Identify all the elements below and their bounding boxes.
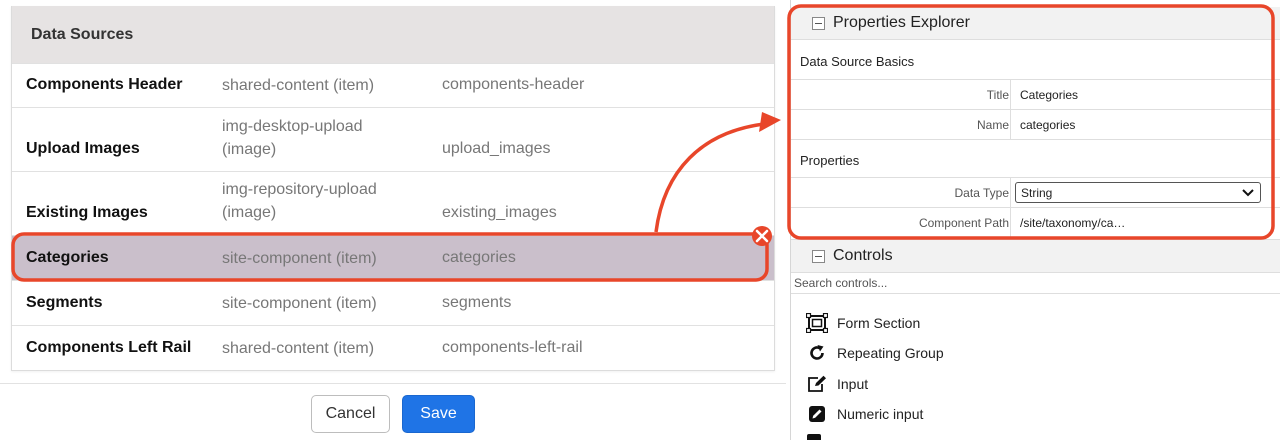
data-source-basics-label: Data Source Basics — [800, 54, 915, 69]
properties-explorer-title: Properties Explorer — [833, 14, 970, 31]
property-key: Data Type — [954, 186, 1009, 200]
property-key: Name — [976, 118, 1009, 132]
row-variable: upload_images — [442, 140, 551, 157]
row-variable: categories — [442, 249, 516, 266]
property-row-title: Title Categories — [791, 79, 1280, 110]
row-type: img-desktop-upload (image) — [222, 115, 363, 161]
search-controls-input[interactable]: Search controls... — [791, 272, 1280, 294]
row-type: shared-content (item) — [222, 77, 375, 94]
chevron-down-icon — [1242, 189, 1254, 197]
controls-title: Controls — [833, 247, 893, 264]
properties-label: Properties — [800, 153, 860, 168]
collapse-icon[interactable] — [812, 249, 825, 263]
control-label: Input — [837, 376, 869, 392]
cancel-button[interactable]: Cancel — [311, 395, 390, 433]
control-item-input[interactable]: Input — [806, 373, 868, 395]
repeat-icon — [806, 342, 828, 364]
property-row-name: Name categories — [791, 109, 1280, 140]
row-type: site-component (item) — [222, 250, 377, 267]
table-row[interactable]: Segments site-component (item) segments — [12, 280, 774, 326]
control-label: Repeating Group — [837, 345, 944, 361]
row-name: Upload Images — [26, 140, 140, 157]
row-type-line: (image) — [222, 204, 277, 221]
row-variable: components-left-rail — [442, 339, 583, 356]
row-type: img-repository-upload (image) — [222, 178, 377, 224]
row-variable: existing_images — [442, 204, 557, 221]
row-type-line: (image) — [222, 141, 277, 158]
row-name: Segments — [26, 294, 103, 311]
data-type-value: String — [1021, 185, 1053, 200]
row-name: Components Header — [26, 76, 183, 93]
row-type-line: img-repository-upload — [222, 181, 377, 198]
data-sources-table: Data Sources Components Header shared-co… — [11, 6, 775, 371]
row-type: shared-content (item) — [222, 340, 375, 357]
partial-control-icon — [807, 434, 821, 440]
controls-header[interactable]: Controls — [791, 239, 1280, 273]
control-label: Numeric input — [837, 406, 924, 422]
right-panel: Properties Explorer Data Source Basics T… — [790, 0, 1280, 440]
row-variable: components-header — [442, 76, 585, 93]
save-button[interactable]: Save — [402, 395, 475, 433]
data-type-select[interactable]: String — [1015, 182, 1261, 203]
row-name: Existing Images — [26, 204, 148, 221]
properties-group: Properties — [791, 139, 1280, 178]
edit-input-icon — [806, 373, 828, 395]
property-key: Title — [986, 88, 1009, 102]
control-item-form-section[interactable]: Form Section — [806, 312, 920, 334]
table-row-selected[interactable]: Categories site-component (item) categor… — [12, 235, 774, 281]
control-label: Form Section — [837, 315, 921, 331]
name-value-field[interactable]: categories — [1010, 110, 1270, 140]
property-key: Component Path — [918, 216, 1009, 230]
table-row[interactable]: Components Left Rail shared-content (ite… — [12, 325, 774, 371]
row-variable: segments — [442, 294, 512, 311]
table-row[interactable]: Upload Images img-desktop-upload (image)… — [12, 107, 774, 172]
row-name: Components Left Rail — [26, 339, 192, 356]
footer-divider — [0, 383, 786, 384]
control-item-repeating-group[interactable]: Repeating Group — [806, 342, 944, 364]
row-name: Categories — [26, 249, 109, 266]
property-row-component-path: Component Path /site/taxonomy/ca… — [791, 207, 1280, 238]
control-item-numeric-input[interactable]: Numeric input — [806, 403, 923, 425]
title-value-field[interactable]: Categories — [1010, 80, 1270, 110]
row-type-line: img-desktop-upload — [222, 118, 363, 135]
table-row[interactable]: Existing Images img-repository-upload (i… — [12, 171, 774, 236]
component-path-field[interactable]: /site/taxonomy/ca… — [1010, 208, 1270, 238]
collapse-icon[interactable] — [812, 16, 825, 30]
form-section-icon — [806, 312, 828, 334]
table-row[interactable]: Components Header shared-content (item) … — [12, 63, 774, 108]
pencil-icon — [806, 403, 828, 425]
properties-explorer-header[interactable]: Properties Explorer — [791, 7, 1280, 40]
data-sources-header: Data Sources — [12, 6, 774, 63]
row-type: site-component (item) — [222, 295, 377, 312]
data-sources-panel: Data Sources Components Header shared-co… — [0, 0, 786, 440]
